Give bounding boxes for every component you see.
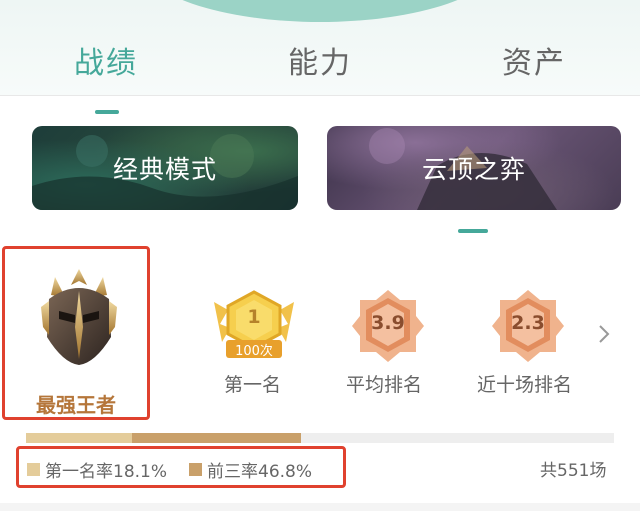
top3-rate-legend: 前三率46.8% (189, 457, 312, 482)
top3-rate-swatch (189, 463, 202, 476)
rate-legend-highlight-box: 第一名率18.1% 前三率46.8% (16, 446, 346, 488)
tab-record[interactable]: 战绩 (74, 38, 138, 82)
average-rank-value: 3.9 (371, 312, 405, 334)
classic-mode-label: 经典模式 (112, 155, 217, 184)
first-rate-fill (26, 433, 133, 443)
first-rate-text: 第一名率18.1% (45, 462, 168, 482)
rate-progress-bar (26, 433, 614, 443)
tab-assets[interactable]: 资产 (502, 38, 566, 82)
tab-ability[interactable]: 能力 (288, 38, 352, 82)
average-rank-label: 平均排名 (346, 374, 423, 396)
first-place-label: 第一名 (224, 374, 282, 396)
rank-highlight-box: 最强王者 (2, 246, 150, 420)
first-place-badge-number: 1 (247, 306, 261, 328)
first-place-count: 100次 (235, 344, 273, 359)
classic-mode-card[interactable]: 经典模式 (32, 126, 298, 210)
first-rate-swatch (27, 463, 40, 476)
first-rate-legend: 第一名率18.1% (27, 457, 167, 482)
rank-name: 最强王者 (36, 393, 116, 417)
top-tabs: 战绩 能力 资产 (0, 30, 640, 114)
challenger-helmet-icon (41, 269, 117, 365)
tft-mode-card[interactable]: 云顶之弈 (327, 126, 621, 210)
recent-ten-rank-value: 2.3 (511, 312, 545, 334)
top3-rate-text: 前三率46.8% (207, 462, 313, 482)
recent-ten-rank-label: 近十场排名 (477, 374, 573, 396)
bottom-divider (0, 503, 640, 511)
chevron-right-icon[interactable] (597, 322, 611, 346)
active-tab-indicator (95, 110, 119, 114)
divider (0, 95, 640, 96)
tft-mode-label: 云顶之弈 (421, 155, 526, 184)
total-games: 共551场 (540, 461, 607, 481)
selected-mode-indicator (458, 229, 488, 233)
